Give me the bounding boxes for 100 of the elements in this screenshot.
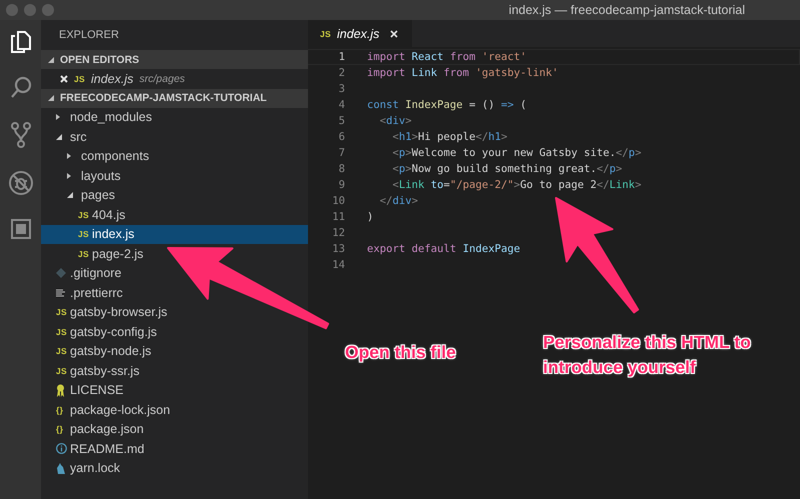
folder-item[interactable]: src	[41, 127, 93, 146]
file-item[interactable]: JS index.js	[41, 224, 308, 244]
code-line: <p>Welcome to your new Gatsby site.</p>	[392, 146, 642, 160]
file-name: layouts	[81, 168, 121, 183]
file-name: package-lock.json	[70, 402, 170, 417]
annotation-text: Personalize this HTML to introduce yourself	[543, 331, 752, 379]
file-name: yarn.lock	[70, 461, 120, 476]
extensions-icon[interactable]	[10, 218, 32, 240]
diamond-icon	[56, 268, 66, 278]
line-number: 5	[338, 115, 345, 127]
file-name: gatsby-ssr.js	[70, 364, 140, 378]
line-number: 3	[338, 83, 345, 95]
code-line: const IndexPage = () => (	[367, 98, 526, 112]
section-header[interactable]: OPEN EDITORS	[41, 50, 308, 69]
js-icon: JS	[320, 28, 331, 38]
code-line: import React from 'react'	[367, 50, 526, 64]
code-line: export default IndexPage	[367, 242, 520, 256]
debug-icon[interactable]	[8, 170, 34, 196]
folder-item[interactable]: node_modules	[41, 108, 158, 127]
line-number: 6	[338, 131, 345, 143]
file-item[interactable]: README.md	[41, 439, 150, 458]
code-line: <div>	[378, 114, 412, 128]
line-number: 7	[338, 147, 345, 159]
js-icon: JS	[78, 210, 89, 220]
line-number: 2	[338, 67, 345, 79]
search-icon[interactable]	[10, 76, 32, 100]
js-icon: JS	[78, 229, 89, 240]
json-icon: {}	[56, 404, 64, 415]
file-name: LICENSE	[70, 383, 124, 398]
code-line: <p>Now go build something great.</p>	[392, 162, 622, 176]
file-item[interactable]: JS gatsby-ssr.js	[41, 361, 146, 380]
folder-item[interactable]: pages	[41, 186, 122, 205]
line-number: 14	[331, 259, 345, 271]
file-name: 404.js	[92, 208, 126, 222]
code-line: )	[367, 210, 374, 224]
code-line: <h1>Hi people</h1>	[392, 130, 508, 144]
window-title: index.js — freecodecamp-jamstack-tutorial	[508, 3, 745, 17]
line-number: 9	[338, 179, 345, 191]
js-icon: JS	[56, 307, 67, 318]
close-icon[interactable]	[60, 74, 68, 83]
collapsed-caret-icon	[56, 114, 60, 120]
file-item[interactable]: {} package-lock.json	[41, 400, 176, 420]
line-number: 10	[331, 195, 345, 207]
editor-tab[interactable]: JS index.js	[308, 20, 412, 47]
file-item[interactable]: JS gatsby-node.js	[41, 342, 158, 361]
file-item[interactable]: {} package.json	[41, 420, 150, 439]
file-name: .prettierrc	[70, 286, 123, 300]
open-editor-item[interactable]: JS index.js src/pages	[41, 69, 308, 88]
annotation-text: Open this file	[345, 341, 456, 364]
expanded-caret-icon	[56, 134, 62, 140]
info-icon	[56, 443, 67, 454]
lines-icon	[56, 288, 65, 297]
js-icon: JS	[74, 74, 85, 84]
files-icon[interactable]	[10, 30, 32, 54]
js-icon: JS	[56, 366, 67, 376]
file-name: package.json	[70, 422, 144, 436]
file-name: README.md	[70, 442, 144, 456]
code-line: import Link from 'gatsby-link'	[367, 66, 558, 80]
line-number: 13	[331, 243, 345, 255]
js-icon: JS	[56, 346, 67, 356]
file-item[interactable]: .prettierrc	[41, 283, 129, 302]
source-control-icon[interactable]	[10, 122, 32, 148]
file-item[interactable]: JS gatsby-browser.js	[41, 302, 174, 322]
section-header[interactable]: FREECODECAMP-JAMSTACK-TUTORIAL	[41, 88, 308, 108]
file-name: index.js	[91, 72, 134, 86]
js-icon: JS	[56, 326, 67, 337]
code-line: <Link to="/page-2/">Go to page 2</Link>	[392, 178, 642, 192]
file-name: index.js	[92, 227, 134, 242]
collapsed-caret-icon	[67, 153, 71, 160]
close-icon[interactable]	[390, 30, 398, 38]
file-item[interactable]: JS 404.js	[41, 205, 132, 224]
file-item[interactable]: JS page-2.js	[41, 244, 150, 264]
file-path: src/pages	[139, 72, 185, 85]
line-number: 1	[338, 51, 345, 63]
file-name: pages	[81, 188, 116, 202]
code-line: </div>	[378, 194, 418, 208]
line-number: 12	[331, 227, 345, 239]
file-name: gatsby-node.js	[70, 344, 152, 358]
file-name: page-2.js	[92, 246, 144, 261]
json-icon: {}	[56, 424, 64, 434]
ribbon-icon	[56, 384, 65, 397]
folder-item[interactable]: layouts	[41, 166, 127, 186]
file-item[interactable]: JS gatsby-config.js	[41, 322, 163, 342]
file-name: src	[70, 130, 87, 144]
line-number: 4	[338, 99, 345, 111]
file-name: gatsby-config.js	[70, 324, 157, 339]
collapsed-caret-icon	[67, 172, 71, 179]
line-number: 8	[338, 163, 345, 175]
js-icon: JS	[78, 248, 89, 259]
sidebar-title: EXPLORER	[58, 28, 120, 43]
file-item[interactable]: .gitignore	[41, 264, 128, 283]
file-item[interactable]: yarn.lock	[41, 458, 126, 478]
file-name: node_modules	[70, 110, 152, 124]
folder-item[interactable]: components	[41, 146, 156, 166]
file-name: .gitignore	[70, 266, 122, 280]
file-name: components	[81, 149, 150, 164]
expanded-caret-icon	[67, 192, 73, 198]
line-number: 11	[331, 211, 345, 223]
file-name: gatsby-browser.js	[70, 305, 168, 320]
file-item[interactable]: LICENSE	[41, 380, 130, 400]
